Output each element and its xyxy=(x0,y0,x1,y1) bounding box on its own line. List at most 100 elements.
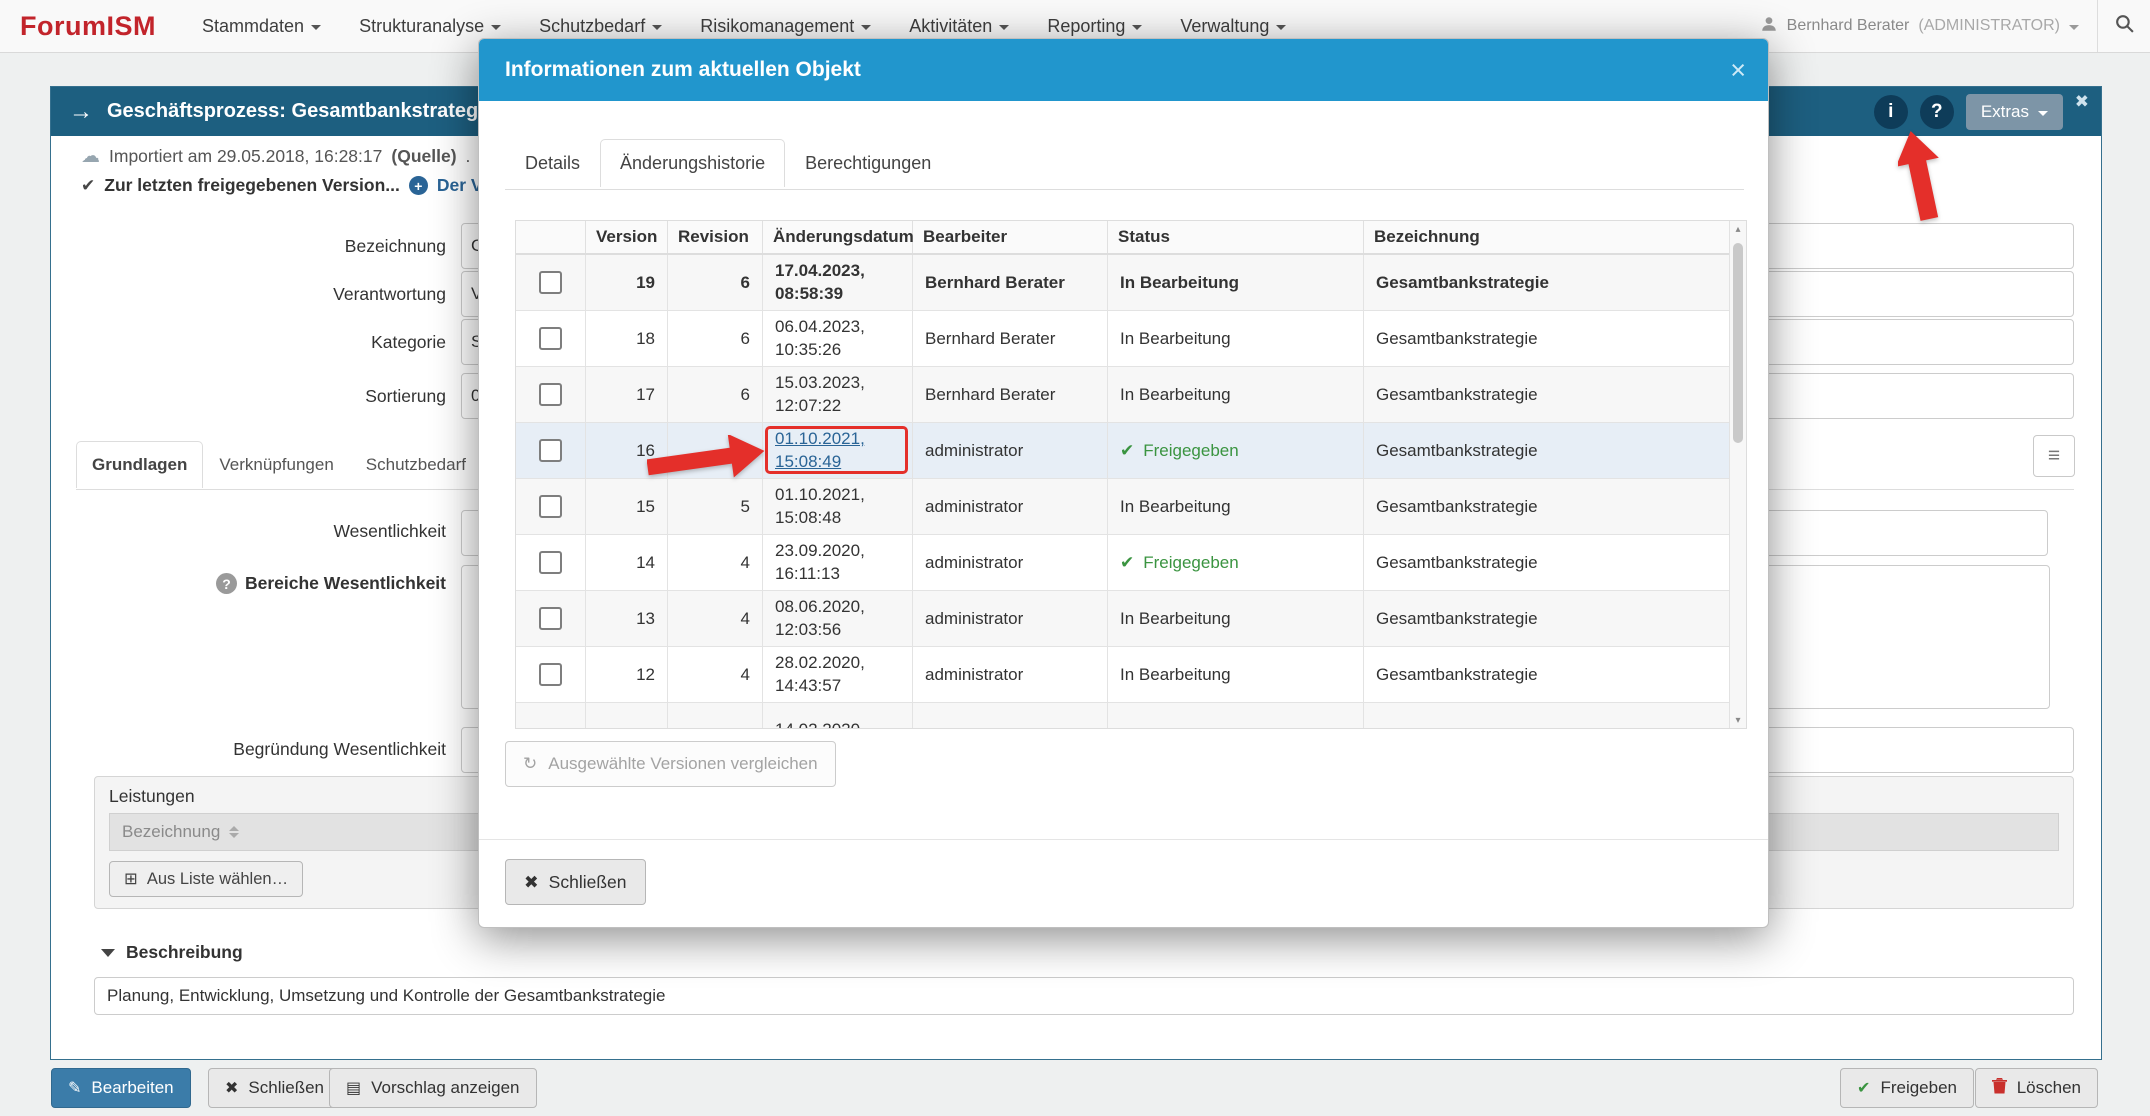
bezeichnung-cell: Gesamtbankstrategie xyxy=(1376,384,1538,404)
refresh-icon: ↻ xyxy=(523,754,538,773)
grid-icon: ⊞ xyxy=(124,870,138,888)
revision-column-header: Revision xyxy=(668,221,763,253)
begruendung-label: Begründung Wesentlichkeit xyxy=(233,739,446,759)
row-checkbox[interactable] xyxy=(539,607,562,630)
date-cell: 28.02.2020, 14:43:57 xyxy=(763,647,913,702)
menu-strukturanalyse[interactable]: Strukturanalyse xyxy=(359,16,502,37)
modal-close-icon[interactable]: × xyxy=(1730,56,1746,84)
menu-aktivitaeten[interactable]: Aktivitäten xyxy=(909,16,1010,37)
row-checkbox[interactable] xyxy=(539,383,562,406)
menu-verwaltung[interactable]: Verwaltung xyxy=(1180,16,1287,37)
row-checkbox[interactable] xyxy=(539,663,562,686)
choose-from-list-button[interactable]: ⊞ Aus Liste wählen… xyxy=(109,861,304,897)
history-table-header: Version Revision Änderungsdatum Bearbeit… xyxy=(516,221,1746,255)
status-column-header: Status xyxy=(1108,221,1364,253)
tab-details[interactable]: Details xyxy=(505,139,600,187)
tab-berechtigungen[interactable]: Berechtigungen xyxy=(785,139,951,187)
revision-cell: 4 xyxy=(668,647,763,702)
row-checkbox[interactable] xyxy=(539,271,562,294)
compare-versions-button[interactable]: ↻ Ausgewählte Versionen vergleichen xyxy=(505,741,836,787)
help-button[interactable]: ? xyxy=(1919,94,1954,129)
bearbeiter-cell: administrator xyxy=(913,647,1108,702)
date-cell: 01.10.2021, 15:08:48 xyxy=(763,479,913,534)
bezeichnung-cell: Gesamtbankstrategie xyxy=(1376,664,1538,684)
row-select-cell xyxy=(516,311,586,366)
version-cell: 14 xyxy=(586,535,668,590)
history-row: 14 4 23.09.2020, 16:11:13 administrator ✔ Frei… xyxy=(516,535,1746,591)
version-cell: 18 xyxy=(586,311,668,366)
date-cell: 08.06.2020, 12:03:56 xyxy=(763,591,913,646)
bereiche-label-row: ? Bereiche Wesentlichkeit xyxy=(81,573,446,594)
check-icon: ✔ xyxy=(1120,440,1135,460)
bearbeiter-column-header: Bearbeiter xyxy=(913,221,1108,253)
loeschen-button[interactable]: Löschen xyxy=(1974,1068,2098,1108)
panel-close-icon[interactable]: ✖ xyxy=(2075,92,2089,112)
scroll-down-icon[interactable]: ▾ xyxy=(1730,712,1746,728)
screen: ForumISM Stammdaten Strukturanalyse Schu… xyxy=(0,0,2150,1116)
bezeichnung-label: Bezeichnung xyxy=(344,236,446,256)
object-info-modal: Informationen zum aktuellen Objekt × Det… xyxy=(478,38,1769,928)
bezeichnung-cell xyxy=(1364,703,1730,728)
menu-reporting[interactable]: Reporting xyxy=(1047,16,1143,37)
row-select-cell xyxy=(516,423,586,478)
modal-footer-divider xyxy=(479,839,1768,840)
extras-button[interactable]: Extras xyxy=(1965,93,2063,130)
search-button[interactable] xyxy=(2097,0,2150,52)
version-cell: 19 xyxy=(586,255,668,310)
bearbeiter-cell: Bernhard Berater xyxy=(913,311,1108,366)
history-row: 13 4 08.06.2020, 12:03:56 administrator In Be… xyxy=(516,591,1746,647)
bereiche-label: Bereiche Wesentlichkeit xyxy=(244,573,446,593)
scrollbar-thumb[interactable] xyxy=(1733,243,1743,443)
row-select-cell xyxy=(516,535,586,590)
bearbeiten-button[interactable]: ✎ Bearbeiten xyxy=(51,1068,191,1108)
caret-down-icon xyxy=(2038,110,2048,116)
panel-title: Geschäftsprozess: Gesamtbankstrategie xyxy=(107,100,495,122)
tab-schutzbedarf[interactable]: Schutzbedarf xyxy=(350,441,482,488)
status-cell: ✔ Freigegeben xyxy=(1108,423,1364,478)
beschreibung-toggle[interactable]: Beschreibung xyxy=(101,942,243,963)
user-menu[interactable]: Bernhard Berater (ADMINISTRATOR) xyxy=(1760,15,2079,38)
history-table-rows: 19 6 17.04.2023, 08:58:39 Bernhard Berater In… xyxy=(516,255,1746,728)
revision-cell xyxy=(668,703,763,728)
tab-grundlagen[interactable]: Grundlagen xyxy=(76,441,204,488)
version-cell: 17 xyxy=(586,367,668,422)
history-row: 14.02.2020, xyxy=(516,703,1746,728)
bearbeiter-cell: administrator xyxy=(913,423,1108,478)
row-select-cell xyxy=(516,367,586,422)
tab-verknuepfungen[interactable]: Verknüpfungen xyxy=(203,441,349,488)
beschreibung-text: Planung, Entwicklung, Umsetzung und Kont… xyxy=(107,986,666,1005)
document-icon: ▤ xyxy=(346,1080,362,1097)
status-cell: In Bearbeitung xyxy=(1108,255,1364,310)
scroll-up-icon[interactable]: ▴ xyxy=(1730,221,1746,237)
freigeben-button[interactable]: ✔ Freigeben xyxy=(1840,1068,1974,1108)
tab-aenderungshistorie[interactable]: Änderungshistorie xyxy=(600,139,786,187)
user-role: (ADMINISTRATOR) xyxy=(1918,17,2060,34)
menu-risikomanagement[interactable]: Risikomanagement xyxy=(700,16,872,37)
schliessen-button[interactable]: ✖ Schließen xyxy=(208,1068,342,1108)
date-cell: 14.02.2020, xyxy=(763,703,913,728)
vorschlag-anzeigen-button[interactable]: ▤ Vorschlag anzeigen xyxy=(329,1068,537,1108)
caret-down-icon xyxy=(491,25,502,30)
row-checkbox[interactable] xyxy=(539,439,562,462)
list-view-button[interactable]: ≡ xyxy=(2033,435,2075,477)
row-checkbox[interactable] xyxy=(539,551,562,574)
row-checkbox[interactable] xyxy=(539,495,562,518)
help-circle-icon[interactable]: ? xyxy=(215,573,237,594)
bezeichnung-cell: Gesamtbankstrategie xyxy=(1376,552,1538,572)
menu-stammdaten[interactable]: Stammdaten xyxy=(202,16,322,37)
menu-schutzbedarf[interactable]: Schutzbedarf xyxy=(539,16,663,37)
row-checkbox[interactable] xyxy=(539,327,562,350)
info-button[interactable]: i xyxy=(1873,94,1908,129)
beschreibung-box[interactable]: Planung, Entwicklung, Umsetzung und Kont… xyxy=(94,977,2074,1015)
proposal-icon: + xyxy=(408,176,428,195)
date-link[interactable]: 01.10.2021, 15:08:49 xyxy=(775,428,865,472)
check-icon: ✔ xyxy=(1120,552,1135,572)
history-row: 19 6 17.04.2023, 08:58:39 Bernhard Berater In… xyxy=(516,255,1746,311)
brand-logo[interactable]: ForumISM xyxy=(20,11,156,42)
table-scrollbar[interactable]: ▴ ▾ xyxy=(1729,221,1746,728)
caret-down-icon xyxy=(861,25,872,30)
status-cell: ✔ Freigegeben xyxy=(1108,535,1364,590)
modal-schliessen-button[interactable]: ✖ Schließen xyxy=(505,859,646,905)
date-cell: 15.03.2023, 12:07:22 xyxy=(763,367,913,422)
history-row: 18 6 06.04.2023, 10:35:26 Bernhard Berater In… xyxy=(516,311,1746,367)
